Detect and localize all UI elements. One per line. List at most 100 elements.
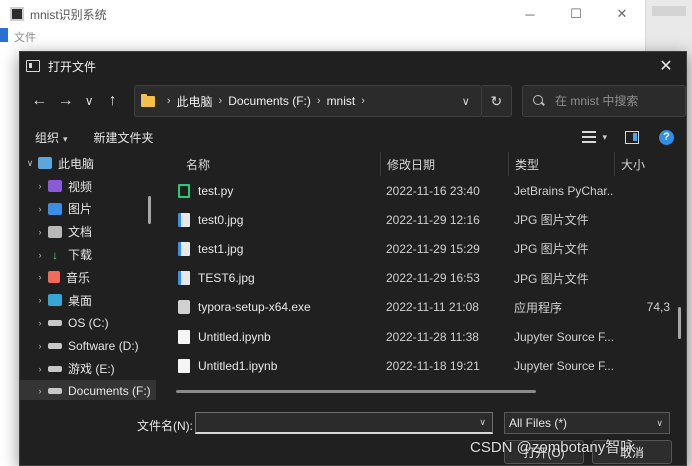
back-arrow-icon[interactable]: ← [26,87,52,115]
column-header-name[interactable]: 名称 [162,156,380,173]
search-input[interactable] [555,94,686,108]
music-icon [48,271,60,284]
preview-pane-icon[interactable] [625,130,639,144]
recent-locations-chevron-icon[interactable]: ∨ [79,87,100,115]
file-row[interactable]: test.py 2022-11-16 23:40 JetBrains PyChar.… [162,176,688,205]
cancel-button[interactable]: 取消 [592,440,672,464]
sidebar-item[interactable]: › Software (D:) [20,334,156,357]
file-row[interactable]: typora-setup-x64.exe 2022-11-11 21:08 应用程序… [162,293,688,322]
sidebar-item-label: 文档 [68,225,93,240]
file-list-vertical-scrollbar[interactable] [678,307,681,339]
open-button[interactable]: 打开(O) [504,440,584,464]
file-name-cell: Untitled.ipynb [162,329,380,344]
sidebar-item-label: 游戏 (E:) [68,362,115,377]
address-dropdown-chevron-icon[interactable]: ∨ [451,95,481,108]
navigation-pane-scrollbar[interactable] [148,196,151,224]
file-size: 74,3 [646,300,670,315]
menu-file[interactable]: 文件 [14,29,36,45]
sidebar-item[interactable]: › 视频 [20,175,156,198]
sidebar-item[interactable]: › ↓ 下载 [20,243,156,266]
new-folder-button[interactable]: 新建文件夹 [94,129,154,146]
navigation-pane[interactable]: ∨ 此电脑 › 视频 › 图片 › 文档 › ↓ 下载 › 音乐 › 桌面 › OS (C:) › Software… [20,152,156,400]
file-type: JPG 图片文件 [514,271,589,286]
image-file-icon [178,241,190,256]
dialog-window-icon [26,60,40,72]
chevron-right-icon[interactable]: › [32,318,48,328]
file-date: 2022-11-28 11:38 [386,329,479,344]
breadcrumb-mnist[interactable]: mnist [327,94,356,108]
sidebar-item[interactable]: › 游戏 (E:) [20,357,156,380]
dialog-close-button[interactable]: ✕ [646,52,686,80]
sidebar-item-label: 视频 [68,179,93,194]
file-name-cell: typora-setup-x64.exe [162,300,380,315]
video-folder-icon [48,180,62,193]
sidebar-item-label: 图片 [68,202,93,217]
sidebar-item[interactable]: › 图片 [20,198,156,221]
drive-icon [48,319,62,326]
view-options-icon[interactable] [582,131,597,143]
up-arrow-icon[interactable]: ↑ [99,87,125,115]
file-row[interactable]: test0.jpg 2022-11-29 12:16 JPG 图片文件 [162,205,688,234]
chevron-right-icon[interactable]: › [32,341,48,351]
file-date: 2022-11-29 15:29 [386,241,480,256]
column-header-size[interactable]: 大小 [614,152,688,176]
chevron-right-icon[interactable]: › [32,181,48,191]
chevron-right-icon[interactable]: › [32,364,48,374]
sidebar-item[interactable]: › 音乐 [20,266,156,289]
minimize-button[interactable]: ─ [507,0,553,28]
chevron-right-icon[interactable]: › [32,204,48,214]
chevron-down-icon[interactable]: ▾ [602,132,607,143]
refresh-icon[interactable]: ↻ [481,85,513,117]
file-row[interactable]: TEST6.jpg 2022-11-29 16:53 JPG 图片文件 [162,264,688,293]
sidebar-item[interactable]: › 文档 [20,220,156,243]
file-list-horizontal-scrollbar[interactable] [176,390,536,393]
sidebar-item[interactable]: › Documents (F:) [20,379,156,400]
computer-icon [38,157,52,170]
breadcrumb-this-pc[interactable]: 此电脑 [177,93,213,110]
sidebar-item[interactable]: › OS (C:) [20,312,156,335]
filename-combobox[interactable]: ∨ [195,412,493,434]
file-date: 2022-11-11 21:08 [386,300,479,315]
download-icon: ↓ [52,247,58,262]
drive-icon [48,388,62,395]
breadcrumb-separator-icon: › [316,95,321,107]
documents-folder-icon [48,225,62,238]
drive-icon [48,342,62,349]
column-header-type[interactable]: 类型 [508,152,614,176]
chevron-down-icon[interactable]: ∨ [479,417,486,428]
forward-arrow-icon[interactable]: → [52,87,78,115]
sidebar-item[interactable]: › 桌面 [20,289,156,312]
content-area: ∨ 此电脑 › 视频 › 图片 › 文档 › ↓ 下载 › 音乐 › 桌面 › OS (C:) › Software… [20,152,688,400]
file-row[interactable]: Untitled.ipynb 2022-11-28 11:38 Jupyter So… [162,322,688,351]
file-row[interactable]: Untitled1.ipynb 2022-11-18 19:21 Jupyter S… [162,351,688,380]
folder-icon [140,93,155,107]
file-name: test1.jpg [198,241,244,256]
file-row[interactable]: test1.jpg 2022-11-29 15:29 JPG 图片文件 [162,234,688,263]
filetype-value: All Files (*) [509,416,568,430]
sidebar-item-label: Software (D:) [68,338,139,353]
close-button[interactable]: ✕ [599,0,645,28]
chevron-right-icon[interactable]: › [32,272,48,282]
notebook-file-icon [178,329,190,344]
chevron-down-icon[interactable]: ∨ [22,158,38,169]
sidebar-item[interactable]: ∨ 此电脑 [20,152,156,175]
filetype-select[interactable]: All Files (*) ∨ [504,412,670,434]
file-name: typora-setup-x64.exe [198,300,311,315]
chevron-right-icon[interactable]: › [32,295,48,305]
address-bar[interactable]: › 此电脑 › Documents (F:) › mnist › ∨ [133,85,482,117]
breadcrumb-separator-icon: › [166,95,171,107]
help-icon[interactable]: ? [659,129,674,145]
parent-menubar: 文件 [0,28,645,46]
column-header-date[interactable]: 修改日期 [380,152,508,176]
file-name-cell: test.py [162,183,380,198]
chevron-right-icon[interactable]: › [32,227,48,237]
search-box[interactable] [522,85,687,117]
breadcrumb-documents-drive[interactable]: Documents (F:) [228,94,311,108]
filename-input[interactable] [196,413,466,432]
chevron-right-icon[interactable]: › [32,250,48,260]
python-file-icon [178,183,190,198]
organize-button[interactable]: 组织 ▾ [35,129,68,146]
chevron-right-icon[interactable]: › [32,386,48,396]
maximize-button[interactable]: ☐ [553,0,599,28]
command-bar: 组织 ▾ 新建文件夹 ▾ ? [20,122,686,152]
